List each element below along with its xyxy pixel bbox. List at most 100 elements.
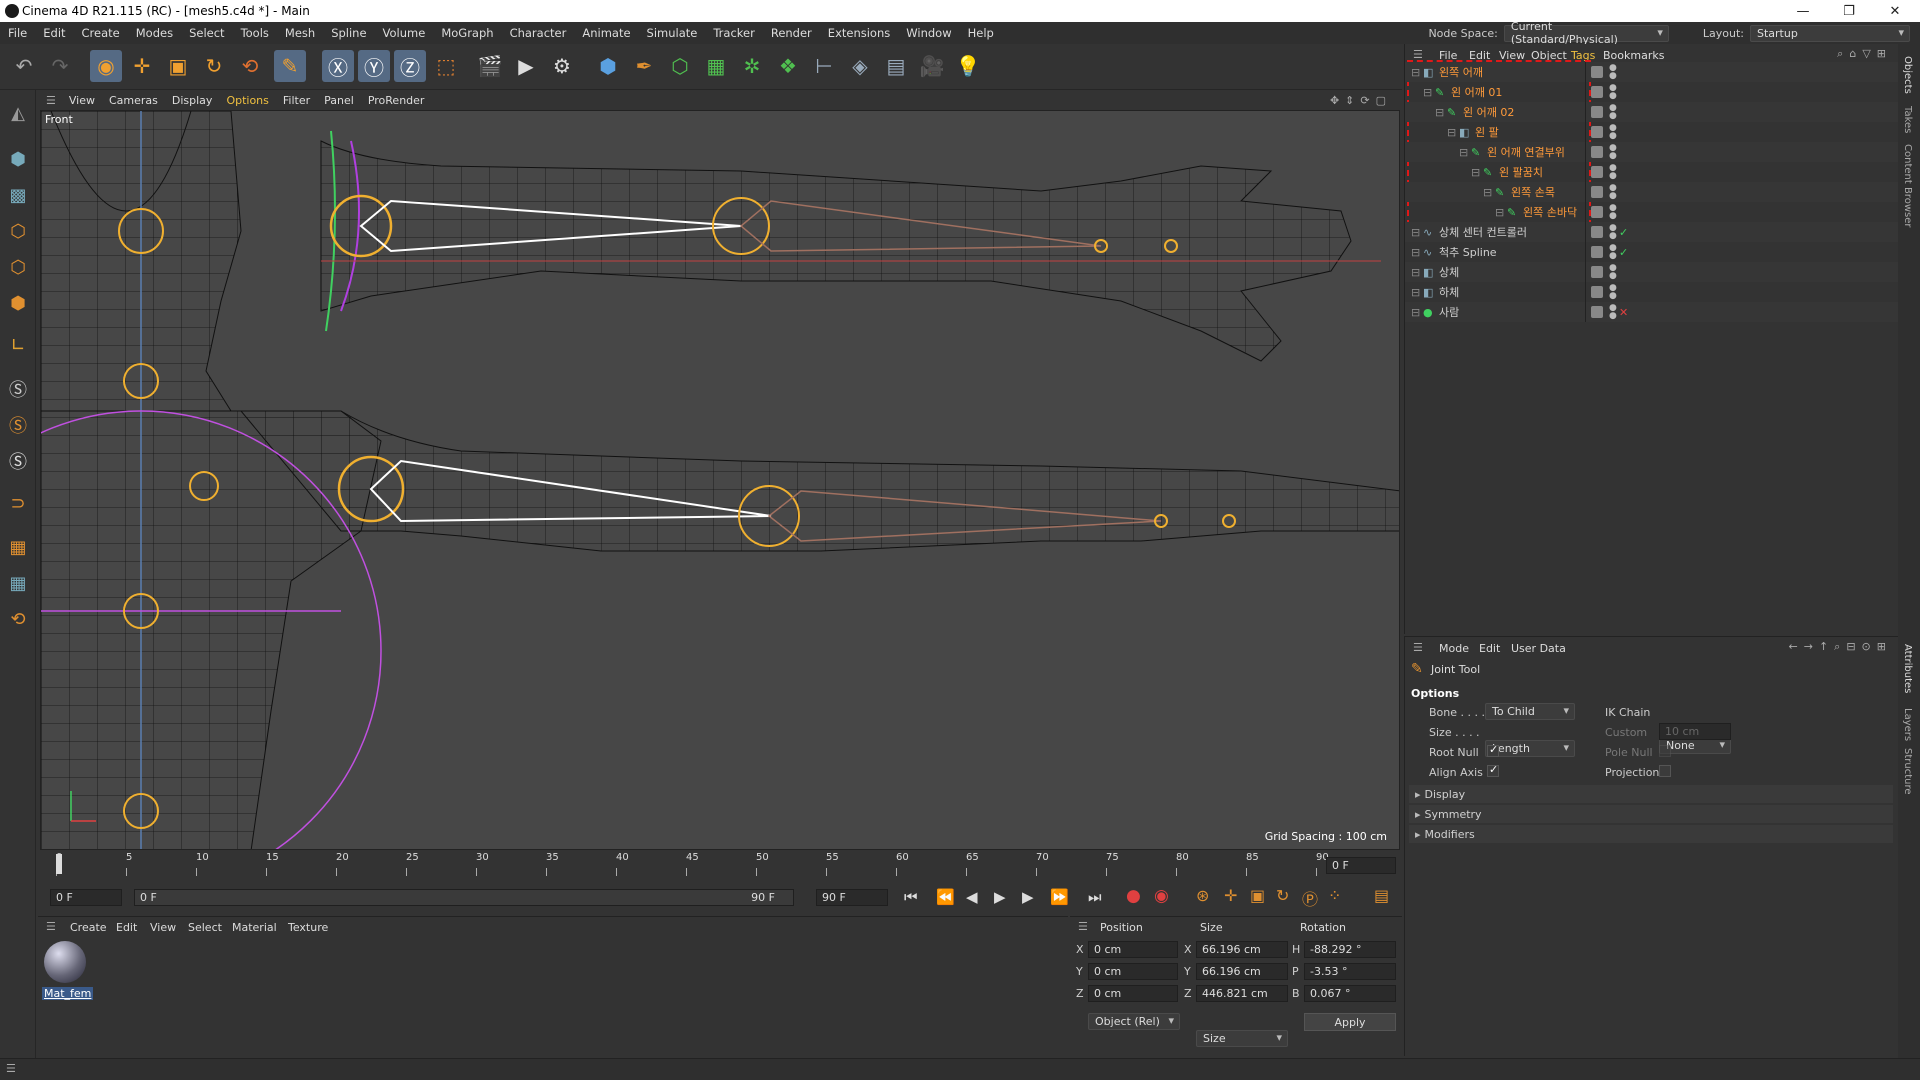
go-to-start-icon[interactable]: ⏮ — [904, 888, 918, 906]
texture-mode-icon[interactable]: ▩ — [3, 180, 33, 210]
object-row[interactable]: ⊟ ✎ 왼 어깨 연결부위 ● ● — [1405, 142, 1899, 162]
object-row[interactable]: ⊟ ∿ 상체 센터 컨트롤러 ● ● ✓ — [1405, 222, 1899, 242]
close-button[interactable]: ✕ — [1872, 0, 1918, 22]
node-space-dropdown[interactable]: Current (Standard/Physical) — [1503, 20, 1669, 46]
menu-simulate[interactable]: Simulate — [639, 26, 706, 40]
tree-collapse-icon[interactable]: ⊟ — [1411, 226, 1420, 239]
playhead[interactable] — [56, 854, 62, 874]
layer-swatch-icon[interactable] — [1591, 306, 1603, 318]
tree-collapse-icon[interactable]: ⊟ — [1423, 86, 1432, 99]
move-icon[interactable]: ✛ — [126, 50, 158, 82]
object-name[interactable]: 왼쪽 어깨 — [1439, 64, 1483, 80]
object-row[interactable]: ⊟ ✎ 왼쪽 손바닥 ● ● — [1405, 202, 1899, 222]
key-scale-icon[interactable]: ▣ — [1250, 886, 1265, 905]
obj-header-icons[interactable]: ⌕⌂▽⊞ — [1837, 47, 1892, 61]
visibility-dots-icon[interactable]: ● ● — [1609, 104, 1617, 121]
menu-render[interactable]: Render — [763, 26, 820, 40]
pos-x-field[interactable]: 0 cm — [1088, 941, 1178, 958]
material-menu-view[interactable]: View — [150, 921, 176, 934]
visibility-dots-icon[interactable]: ● ● — [1609, 264, 1617, 281]
visibility-dots-icon[interactable]: ● ● — [1609, 64, 1617, 81]
tree-collapse-icon[interactable]: ⊟ — [1411, 306, 1420, 319]
solo-hierarchy-icon[interactable]: Ⓢ — [3, 410, 33, 440]
enabled-check-icon[interactable]: ✓ — [1619, 226, 1628, 239]
object-row[interactable]: ⊟ ✎ 왼 어깨 02 ● ● — [1405, 102, 1899, 122]
snap-icon[interactable]: ⊃ — [3, 488, 33, 518]
object-row[interactable]: ⊟ ∿ 척추 Spline ● ● ✓ — [1405, 242, 1899, 262]
edges-mode-icon[interactable]: ⬡ — [3, 252, 33, 282]
previous-key-icon[interactable]: ⏪ — [936, 888, 955, 906]
object-name[interactable]: 왼쪽 손목 — [1511, 184, 1555, 200]
coords-menu-icon[interactable]: ☰ — [1078, 920, 1088, 933]
side-tab-takes[interactable]: Takes — [1902, 106, 1913, 133]
apply-button[interactable]: Apply — [1304, 1013, 1396, 1031]
solo-icon[interactable]: Ⓢ — [3, 374, 33, 404]
object-row[interactable]: ⊟ ✎ 왼쪽 손목 ● ● — [1405, 182, 1899, 202]
viewport-menu-view[interactable]: View — [62, 94, 102, 107]
rotate-icon[interactable]: ↻ — [198, 50, 230, 82]
projection-checkbox[interactable] — [1659, 765, 1671, 777]
material-preview-sphere[interactable] — [44, 941, 86, 983]
object-name[interactable]: 사람 — [1439, 304, 1459, 320]
modifiers-group[interactable]: ▸ Modifiers — [1409, 825, 1893, 843]
object-row[interactable]: ⊟ ◧ 왼쪽 어깨 ● ● — [1405, 62, 1899, 82]
floor-icon[interactable]: ▤ — [880, 50, 912, 82]
side-tab-structure[interactable]: Structure — [1902, 748, 1913, 795]
obj-menu-object[interactable]: Object — [1531, 49, 1567, 62]
object-name[interactable]: 왼 어깨 02 — [1463, 104, 1514, 120]
layer-swatch-icon[interactable] — [1591, 126, 1603, 138]
recent-tools-icon[interactable]: ⟲ — [234, 50, 266, 82]
material-menu-material[interactable]: Material — [232, 921, 277, 934]
viewport-menu-panel[interactable]: Panel — [317, 94, 361, 107]
side-tab-layers[interactable]: Layers — [1902, 708, 1913, 741]
subdivision-icon[interactable]: ⬡ — [664, 50, 696, 82]
obj-menu-tags[interactable]: Tags — [1571, 49, 1595, 62]
layer-swatch-icon[interactable] — [1591, 226, 1603, 238]
menu-create[interactable]: Create — [74, 26, 128, 40]
object-row[interactable]: ⊟ ✎ 왼 어깨 01 ● ● — [1405, 82, 1899, 102]
layer-swatch-icon[interactable] — [1591, 86, 1603, 98]
rot-h-field[interactable]: -88.292 ° — [1304, 941, 1396, 958]
camera-icon[interactable]: 🎥 — [916, 50, 948, 82]
menu-volume[interactable]: Volume — [375, 26, 434, 40]
undo-icon[interactable]: ↶ — [8, 50, 40, 82]
disabled-icon[interactable]: ✕ — [1619, 306, 1628, 319]
joint-tool-icon[interactable]: ✎ — [274, 50, 306, 82]
next-frame-icon[interactable]: ▶ — [1022, 888, 1034, 906]
menu-tracker[interactable]: Tracker — [705, 26, 763, 40]
viewport-menu-filter[interactable]: Filter — [276, 94, 317, 107]
key-param-icon[interactable]: Ⓟ — [1302, 886, 1318, 910]
visibility-dots-icon[interactable]: ● ● — [1609, 284, 1617, 301]
side-tab-objects[interactable]: Objects — [1902, 56, 1913, 94]
key-position-icon[interactable]: ⊛ — [1196, 886, 1209, 905]
menu-extensions[interactable]: Extensions — [820, 26, 898, 40]
z-axis-lock-icon[interactable]: Ⓩ — [394, 50, 426, 82]
minimize-button[interactable]: — — [1780, 0, 1826, 22]
record-keys-icon[interactable]: ● — [1126, 886, 1141, 906]
go-to-end-icon[interactable]: ⏭ — [1088, 888, 1102, 906]
viewport-menu-cameras[interactable]: Cameras — [102, 94, 165, 107]
viewport-menu-prorender[interactable]: ProRender — [361, 94, 432, 107]
attr-menu-mode[interactable]: Mode — [1439, 642, 1469, 655]
layer-swatch-icon[interactable] — [1591, 66, 1603, 78]
timeline-ruler[interactable]: 051015202530354045505560657075808590 0 F — [38, 852, 1402, 880]
object-name[interactable]: 하체 — [1439, 284, 1459, 300]
visibility-dots-icon[interactable]: ● ● — [1609, 204, 1617, 221]
viewport-menu-options[interactable]: Options — [219, 94, 275, 107]
extrude-icon[interactable]: ▦ — [700, 50, 732, 82]
menu-spline[interactable]: Spline — [323, 26, 374, 40]
side-tab-content-browser[interactable]: Content Browser — [1902, 144, 1913, 227]
menu-select[interactable]: Select — [181, 26, 232, 40]
size-y-field[interactable]: 66.196 cm — [1196, 963, 1288, 980]
next-key-icon[interactable]: ⏩ — [1050, 888, 1069, 906]
layer-swatch-icon[interactable] — [1591, 286, 1603, 298]
root-null-checkbox[interactable] — [1487, 743, 1499, 757]
object-name[interactable]: 왼 어깨 01 — [1451, 84, 1502, 100]
object-name[interactable]: 척추 Spline — [1439, 244, 1497, 260]
polygons-mode-icon[interactable]: ⬢ — [3, 288, 33, 318]
object-row[interactable]: ⊟ ● 사람 ● ● ✕ — [1405, 302, 1899, 322]
visibility-dots-icon[interactable]: ● ● — [1609, 224, 1617, 241]
attr-header-icons[interactable]: ←→↑⌕⊟⊙⊞ — [1789, 640, 1892, 654]
menu-mesh[interactable]: Mesh — [277, 26, 323, 40]
bone-dropdown[interactable]: To Child — [1485, 703, 1575, 720]
